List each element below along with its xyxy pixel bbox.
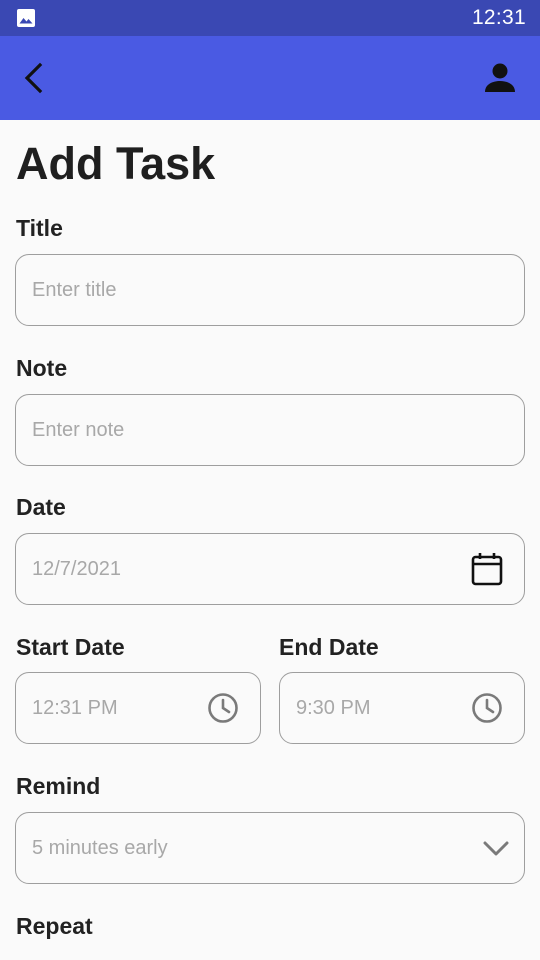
end-time-value: 9:30 PM bbox=[296, 696, 371, 719]
chevron-down-icon[interactable] bbox=[482, 834, 510, 862]
note-label: Note bbox=[16, 355, 68, 381]
status-time: 12:31 bbox=[471, 6, 526, 29]
app-bar bbox=[0, 36, 540, 120]
note-field[interactable] bbox=[15, 394, 525, 466]
end-time-field[interactable]: 9:30 PM bbox=[279, 672, 525, 744]
date-label: Date bbox=[16, 494, 66, 520]
repeat-label: Repeat bbox=[16, 913, 93, 939]
back-button[interactable] bbox=[16, 58, 56, 98]
note-input[interactable] bbox=[32, 395, 460, 465]
date-value: 12/7/2021 bbox=[32, 557, 121, 580]
clock-icon[interactable] bbox=[470, 691, 504, 725]
calendar-icon[interactable] bbox=[470, 551, 504, 587]
start-time-field[interactable]: 12:31 PM bbox=[15, 672, 261, 744]
image-icon bbox=[17, 9, 35, 27]
title-field[interactable] bbox=[15, 254, 525, 326]
profile-button[interactable] bbox=[482, 60, 518, 96]
start-time-value: 12:31 PM bbox=[32, 696, 118, 719]
remind-value: 5 minutes early bbox=[32, 836, 168, 859]
date-field[interactable]: 12/7/2021 bbox=[15, 533, 525, 605]
status-bar: 12:31 bbox=[0, 0, 540, 36]
start-date-label: Start Date bbox=[16, 634, 125, 660]
clock-icon[interactable] bbox=[206, 691, 240, 725]
title-input[interactable] bbox=[32, 255, 460, 325]
person-icon bbox=[485, 63, 515, 92]
end-date-label: End Date bbox=[279, 634, 379, 660]
title-label: Title bbox=[16, 215, 63, 241]
remind-label: Remind bbox=[16, 773, 101, 799]
chevron-left-icon bbox=[24, 62, 43, 94]
page-title: Add Task bbox=[16, 138, 216, 189]
remind-dropdown[interactable]: 5 minutes early bbox=[15, 812, 525, 884]
